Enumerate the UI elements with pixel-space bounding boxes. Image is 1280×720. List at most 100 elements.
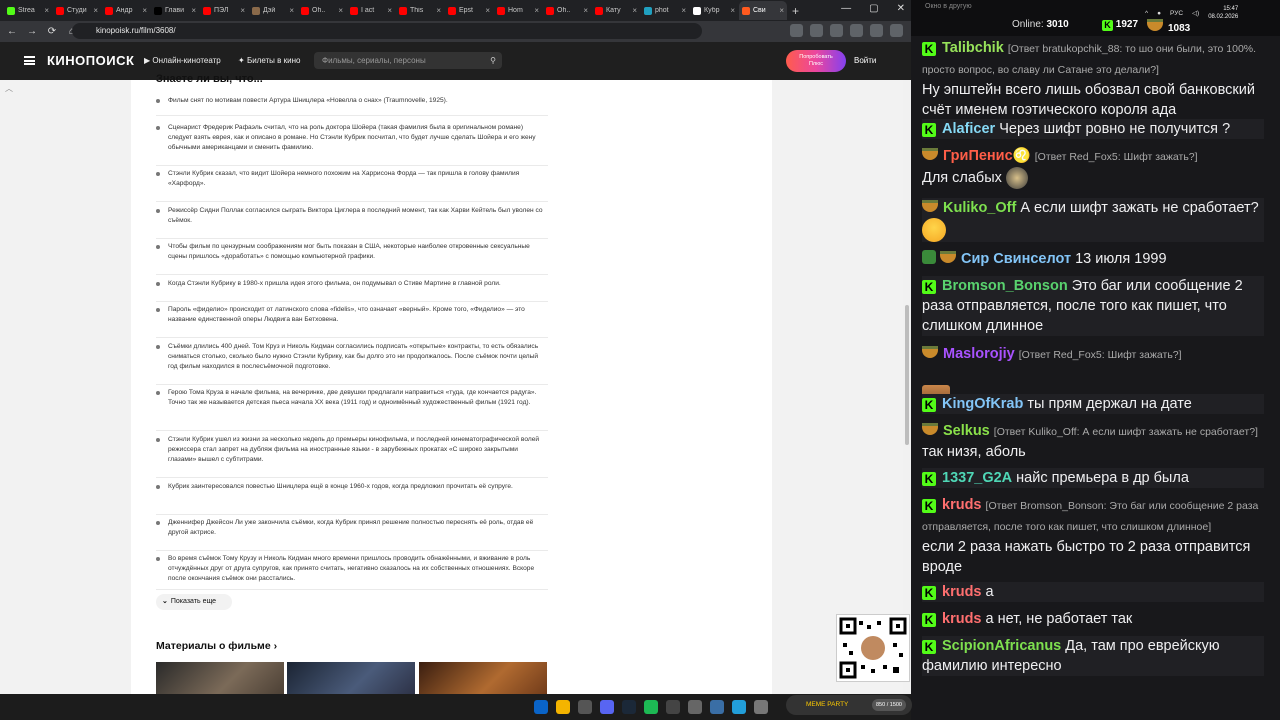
try-plus-button[interactable]: Попробовать Плюс bbox=[786, 50, 846, 72]
login-button[interactable]: Войти bbox=[854, 56, 876, 65]
app-icon[interactable] bbox=[754, 700, 768, 714]
browser-tab[interactable]: Oh.. × bbox=[298, 1, 346, 20]
chevron-up-icon[interactable]: ︿ bbox=[5, 83, 13, 94]
clock[interactable]: 15:47 08.02.2026 bbox=[1208, 5, 1238, 21]
chat-username[interactable]: 1337_G2A bbox=[942, 470, 1012, 486]
browser-tab[interactable]: Глави × bbox=[151, 1, 199, 20]
chat-reply-quote: [Ответ Kuliko_Off: А если шифт зажать не… bbox=[993, 426, 1258, 438]
tab-close-icon[interactable]: × bbox=[436, 6, 441, 15]
chat-username[interactable]: Talibchik bbox=[942, 40, 1004, 56]
chrome-icon[interactable] bbox=[556, 700, 570, 714]
search-icon[interactable]: ⚲ bbox=[490, 52, 496, 69]
browser-tab[interactable]: phot × bbox=[641, 1, 689, 20]
browser-tab[interactable]: Oh.. × bbox=[543, 1, 591, 20]
chat-username[interactable]: kruds bbox=[942, 584, 982, 600]
browser-tab[interactable]: Дэй × bbox=[249, 1, 297, 20]
nav-online-cinema[interactable]: ▶ Онлайн-кинотеатр bbox=[144, 56, 221, 65]
tab-close-icon[interactable]: × bbox=[534, 6, 539, 15]
chat-text: а bbox=[985, 584, 994, 600]
tab-close-icon[interactable]: × bbox=[240, 6, 245, 15]
steam-icon[interactable] bbox=[622, 700, 636, 714]
microphone-icon[interactable]: ● bbox=[1157, 10, 1161, 17]
fact-text: Фильм снят по мотивам повести Артура Шни… bbox=[168, 97, 448, 104]
chat-reply-quote: [Ответ Red_Fox5: Шифт зажать?] bbox=[1018, 349, 1182, 361]
app-icon[interactable] bbox=[710, 700, 724, 714]
search-input[interactable]: Фильмы, сериалы, персоны ⚲ bbox=[314, 52, 502, 69]
forward-icon[interactable]: → bbox=[24, 26, 40, 37]
banner-count: 850 / 1500 bbox=[872, 699, 906, 711]
discord-icon[interactable] bbox=[600, 700, 614, 714]
chat-username[interactable]: Alaficer bbox=[942, 121, 995, 137]
browser-tab[interactable]: Студи × bbox=[53, 1, 101, 20]
browser-tab[interactable]: I act × bbox=[347, 1, 395, 20]
browser-tab[interactable]: This × bbox=[396, 1, 444, 20]
address-bar: ← → ⟳ ⌂ kinopoisk.ru/film/3608/ bbox=[0, 21, 911, 42]
browser-tab[interactable]: Epst × bbox=[445, 1, 493, 20]
chat-username[interactable]: ГриПенис♌ bbox=[943, 148, 1031, 164]
chat-text: а нет, не работает так bbox=[985, 611, 1133, 627]
tab-favicon-icon bbox=[644, 6, 652, 15]
chat-username[interactable]: Kuliko_Off bbox=[943, 200, 1016, 216]
chat-message: Kkruds а bbox=[922, 582, 1264, 602]
chat-username[interactable]: kruds bbox=[942, 611, 982, 627]
show-more-button[interactable]: ⌄ Показать еще bbox=[156, 594, 232, 610]
extension-icon[interactable] bbox=[810, 24, 823, 37]
chat-username[interactable]: Selkus bbox=[943, 423, 990, 439]
maximize-icon[interactable]: ▢ bbox=[869, 3, 878, 14]
language-indicator[interactable]: РУС bbox=[1170, 10, 1183, 17]
chevron-up-icon[interactable]: ^ bbox=[1145, 10, 1148, 17]
kinopoisk-logo[interactable]: КИНОПОИСК bbox=[47, 53, 134, 68]
chat-username[interactable]: ScipionAfricanus bbox=[942, 638, 1061, 654]
tab-close-icon[interactable]: × bbox=[779, 6, 784, 15]
browser-tab[interactable]: Сви × bbox=[739, 1, 787, 20]
tab-title: Hom bbox=[508, 7, 523, 14]
kick-badge-icon: K bbox=[922, 499, 936, 513]
telegram-icon[interactable] bbox=[732, 700, 746, 714]
tab-close-icon[interactable]: × bbox=[191, 6, 196, 15]
app-icon[interactable] bbox=[578, 700, 592, 714]
chat-username[interactable]: kruds bbox=[942, 497, 982, 513]
chat-username[interactable]: Maslorojiy bbox=[943, 346, 1015, 362]
tab-close-icon[interactable]: × bbox=[485, 6, 490, 15]
chat-username[interactable]: KingOfKrab bbox=[942, 396, 1023, 412]
menu-icon[interactable] bbox=[24, 56, 35, 65]
tab-close-icon[interactable]: × bbox=[387, 6, 392, 15]
tab-close-icon[interactable]: × bbox=[632, 6, 637, 15]
materials-title[interactable]: Материалы о фильме › bbox=[156, 640, 277, 652]
browser-tab[interactable]: Hom × bbox=[494, 1, 542, 20]
tab-close-icon[interactable]: × bbox=[93, 6, 98, 15]
back-icon[interactable]: ← bbox=[4, 26, 20, 37]
extension-icon[interactable] bbox=[850, 24, 863, 37]
tab-close-icon[interactable]: × bbox=[44, 6, 49, 15]
profile-icon[interactable] bbox=[870, 24, 883, 37]
tab-close-icon[interactable]: × bbox=[681, 6, 686, 15]
minimize-icon[interactable]: — bbox=[841, 3, 851, 14]
extension-icon[interactable] bbox=[830, 24, 843, 37]
tab-close-icon[interactable]: × bbox=[142, 6, 147, 15]
obs-icon[interactable] bbox=[666, 700, 680, 714]
browser-tab[interactable]: Андр × bbox=[102, 1, 150, 20]
spotify-icon[interactable] bbox=[644, 700, 658, 714]
windows-start-icon[interactable] bbox=[534, 700, 548, 714]
url-field[interactable]: kinopoisk.ru/film/3608/ bbox=[72, 23, 702, 39]
chat-username[interactable]: Bromson_Bonson bbox=[942, 278, 1068, 294]
new-tab-icon[interactable]: + bbox=[792, 4, 799, 18]
page-scrollbar-thumb[interactable] bbox=[905, 305, 909, 445]
bookmark-icon[interactable] bbox=[790, 24, 803, 37]
chat-message: K ScipionAfricanus Да, там про еврейскую … bbox=[922, 636, 1264, 676]
browser-tab[interactable]: Strea × bbox=[4, 1, 52, 20]
close-icon[interactable]: ✕ bbox=[897, 3, 905, 14]
tab-close-icon[interactable]: × bbox=[730, 6, 735, 15]
nav-tickets[interactable]: ✦ Билеты в кино bbox=[238, 56, 300, 65]
reload-icon[interactable]: ⟳ bbox=[44, 26, 60, 37]
app-icon[interactable] bbox=[688, 700, 702, 714]
browser-tab[interactable]: Кубр × bbox=[690, 1, 738, 20]
menu-icon[interactable] bbox=[890, 24, 903, 37]
tab-close-icon[interactable]: × bbox=[338, 6, 343, 15]
tab-close-icon[interactable]: × bbox=[289, 6, 294, 15]
tab-close-icon[interactable]: × bbox=[583, 6, 588, 15]
chat-username[interactable]: Сир Свинселот bbox=[961, 251, 1071, 267]
volume-icon[interactable]: ◁) bbox=[1192, 9, 1199, 17]
browser-tab[interactable]: ПЭЛ × bbox=[200, 1, 248, 20]
browser-tab[interactable]: Кату × bbox=[592, 1, 640, 20]
